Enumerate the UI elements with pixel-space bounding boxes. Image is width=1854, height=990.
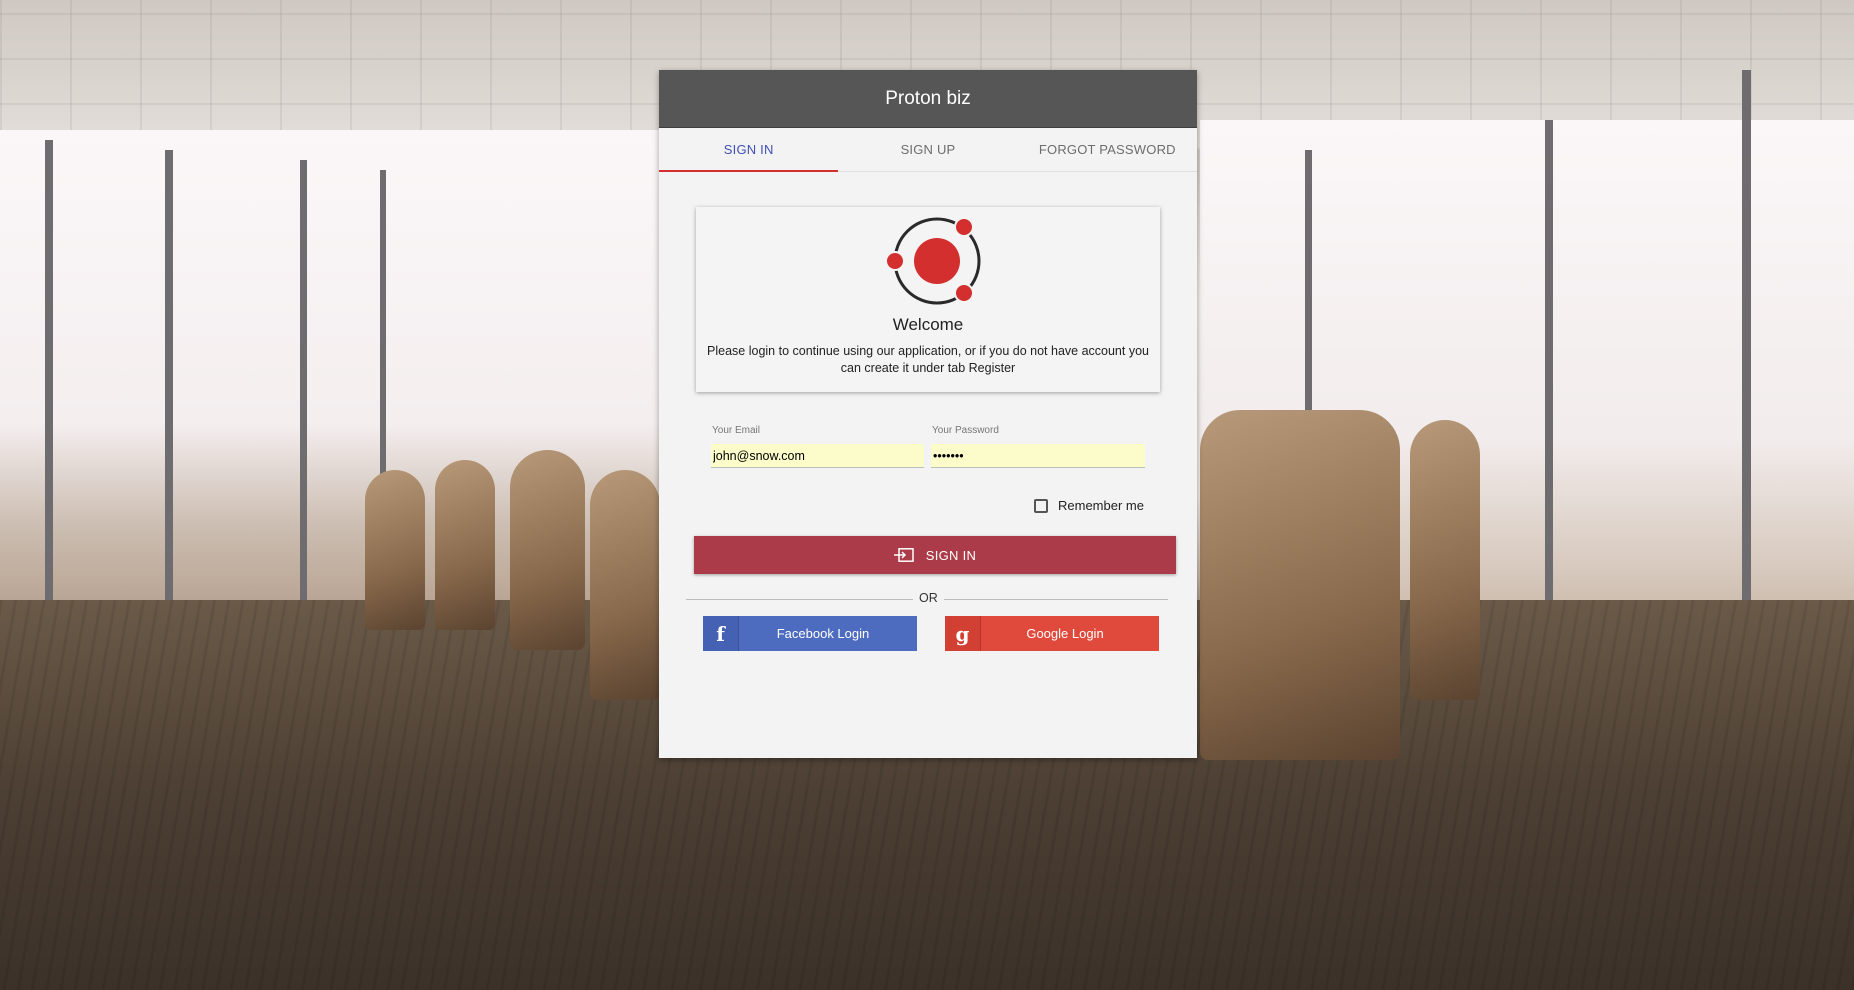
chair — [1200, 410, 1400, 760]
welcome-card: Welcome Please login to continue using o… — [696, 207, 1160, 392]
facebook-login-button[interactable]: f Facebook Login — [703, 616, 917, 651]
sign-in-label: SIGN IN — [925, 547, 977, 563]
password-field[interactable] — [931, 444, 1145, 468]
tab-sign-in[interactable]: SIGN IN — [659, 128, 839, 172]
window-frame — [45, 140, 53, 620]
remember-checkbox[interactable] — [1034, 498, 1048, 513]
google-icon: g — [945, 616, 981, 651]
chair — [1410, 420, 1480, 700]
tab-sign-up[interactable]: SIGN UP — [838, 128, 1017, 171]
facebook-icon: f — [703, 616, 739, 651]
password-label: Your Password — [932, 425, 999, 436]
or-separator: OR — [913, 591, 944, 605]
facebook-login-label: Facebook Login — [776, 626, 870, 641]
google-login-button[interactable]: g Google Login — [945, 616, 1159, 651]
login-icon — [893, 548, 914, 562]
welcome-text: Please login to continue using our appli… — [707, 344, 1149, 375]
email-field[interactable] — [711, 444, 924, 468]
chair — [435, 460, 495, 630]
welcome-title: Welcome — [892, 315, 964, 334]
app-title: Proton biz — [885, 87, 971, 109]
window-frame — [300, 160, 307, 610]
email-label: Your Email — [712, 425, 760, 436]
window-frame — [1545, 120, 1553, 680]
app-header: Proton biz — [659, 70, 1197, 128]
window-frame — [165, 150, 173, 620]
google-login-label: Google Login — [1026, 626, 1104, 641]
login-panel: Proton biz SIGN IN SIGN UP FORGOT PASSWO… — [659, 70, 1197, 758]
chair — [365, 470, 425, 630]
proton-logo-icon — [885, 217, 981, 305]
remember-label: Remember me — [1058, 498, 1144, 513]
window-frame — [1742, 70, 1751, 690]
tab-bar: SIGN IN SIGN UP FORGOT PASSWORD — [659, 128, 1197, 172]
sign-in-button[interactable]: SIGN IN — [694, 536, 1176, 574]
chair — [510, 450, 585, 650]
chair — [590, 470, 660, 700]
tab-forgot-password[interactable]: FORGOT PASSWORD — [1018, 128, 1197, 171]
remember-me: Remember me — [1034, 498, 1144, 513]
